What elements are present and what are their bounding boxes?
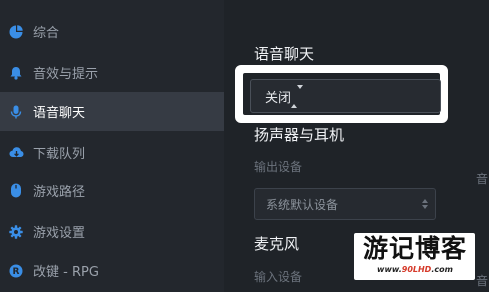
watermark-url-suffix: .com [431,265,453,274]
sidebar-item-label: 游戏路径 [33,185,86,200]
site-watermark: 游记博客 www.90LHD.com [354,233,475,280]
watermark-url: www.90LHD.com [360,265,470,275]
r-badge-icon: R [8,263,24,279]
output-device-value: 系统默认设备 [266,197,339,212]
sidebar-item-label: 下载队列 [33,147,86,162]
settings-sidebar: 综合 音效与提示 语音聊天 下载队列 游戏路径 游戏设置 R 改键 - RPG [0,0,224,292]
svg-text:R: R [13,267,20,277]
sidebar-item-general[interactable]: 综合 [0,12,224,51]
output-volume-label: 音 [476,172,489,186]
voice-chat-mode-select[interactable]: 关闭 [250,79,441,113]
sidebar-item-label: 游戏设置 [33,226,86,241]
sidebar-item-label: 综合 [33,26,60,41]
gear-icon [8,224,24,240]
sidebar-item-label: 改键 - RPG [33,265,99,280]
sidebar-item-game-path[interactable]: 游戏路径 [0,171,224,210]
voice-chat-title: 语音聊天 [254,45,315,63]
microphone-title: 麦克风 [254,235,300,253]
sidebar-item-label: 音效与提示 [33,67,99,82]
input-device-label: 输入设备 [254,270,303,284]
speakers-title: 扬声器与耳机 [254,126,345,144]
sidebar-item-download-queue[interactable]: 下载队列 [0,133,224,172]
mouse-icon [8,183,24,199]
microphone-icon [8,104,24,120]
watermark-url-accent: 90LHD [401,265,432,274]
sidebar-item-keybind-rpg[interactable]: R 改键 - RPG [0,251,224,290]
input-volume-label: 音 [476,274,489,288]
pie-chart-icon [8,24,24,40]
voice-chat-select-highlight: 关闭 [235,65,448,123]
settings-window: 综合 音效与提示 语音聊天 下载队列 游戏路径 游戏设置 R 改键 - RPG … [0,0,489,292]
sidebar-item-game-settings[interactable]: 游戏设置 [0,212,224,251]
sidebar-item-sound-and-notifications[interactable]: 音效与提示 [0,53,224,92]
sidebar-item-label: 语音聊天 [33,106,86,121]
voice-chat-mode-value: 关闭 [265,90,292,106]
cloud-download-icon [8,145,24,161]
output-device-select[interactable]: 系统默认设备 [254,188,436,220]
bell-icon [8,65,24,81]
watermark-url-prefix: www. [377,265,402,274]
sidebar-item-voice-chat[interactable]: 语音聊天 [0,92,224,131]
watermark-title: 游记博客 [362,234,467,263]
select-arrows-icon [422,199,428,209]
select-arrows-icon [291,84,304,108]
highlight-inner: 关闭 [243,73,441,115]
output-device-label: 输出设备 [254,160,303,174]
